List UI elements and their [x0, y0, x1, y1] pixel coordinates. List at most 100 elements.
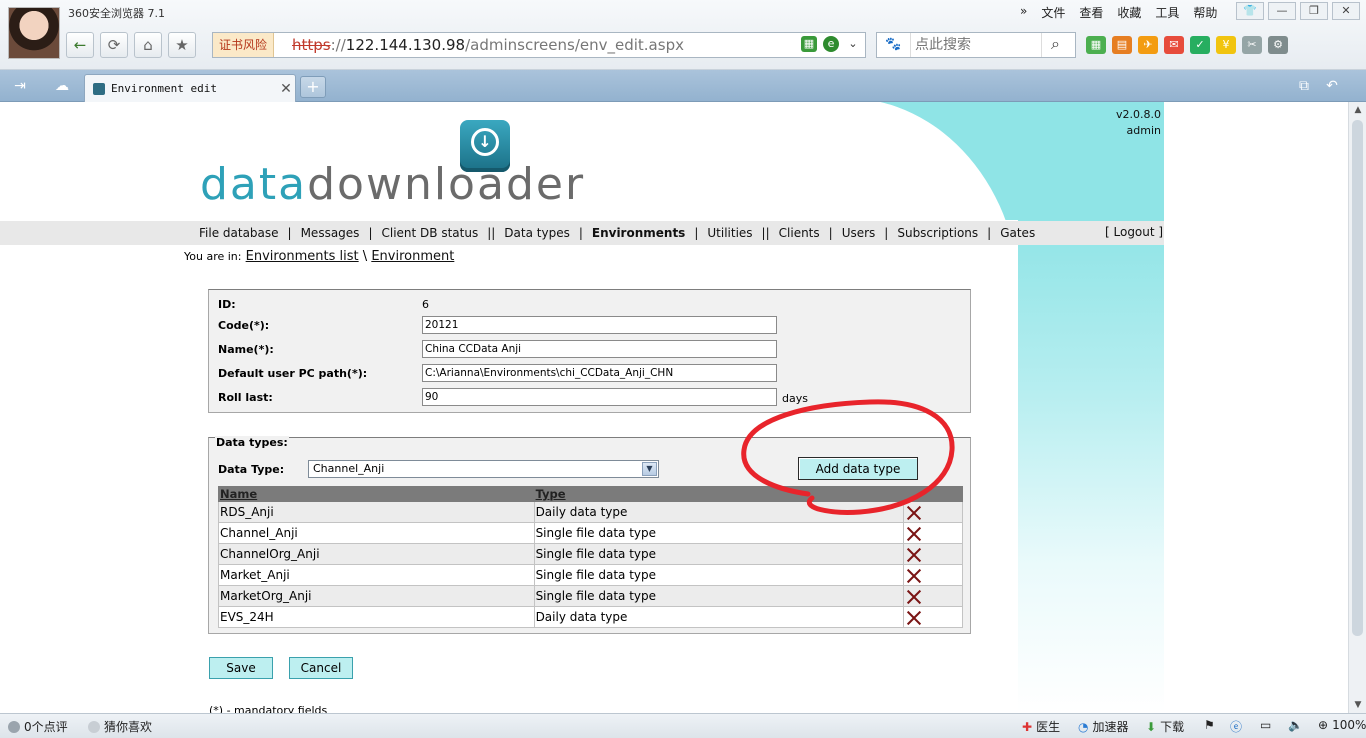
cloud-icon[interactable]: ☁ [52, 77, 72, 95]
row-type: Daily data type [533, 606, 905, 628]
row-name: ChannelOrg_Anji [218, 543, 535, 565]
chevron-down-icon[interactable]: ▼ [642, 462, 657, 476]
delete-icon[interactable] [906, 568, 921, 583]
scroll-down-icon[interactable]: ▼ [1349, 697, 1366, 713]
nav-data-types[interactable]: Data types [504, 226, 570, 240]
logout-link[interactable]: [ Logout ] [1105, 225, 1163, 239]
menu-item-file[interactable]: 文件 [1041, 4, 1065, 21]
delete-icon[interactable] [906, 505, 921, 520]
refresh-button[interactable]: ⟳ [100, 32, 128, 58]
code-field[interactable]: 20121 [422, 316, 777, 334]
coupon-icon[interactable]: ¥ [1216, 36, 1236, 54]
baidu-engine-icon[interactable]: 🐾 [877, 33, 911, 57]
address-bar[interactable]: 证书风险 https://122.144.130.98/adminscreens… [212, 32, 866, 58]
sidebar-toggle-icon[interactable]: ⇥ [10, 77, 30, 95]
status-accelerator[interactable]: ◔ 加速器 [1078, 718, 1129, 735]
column-header-name[interactable]: Name [218, 486, 535, 502]
volume-icon[interactable]: 🔈 [1288, 718, 1303, 732]
tab-close-icon[interactable]: ✕ [277, 81, 295, 97]
calendar-icon[interactable]: ▤ [1112, 36, 1132, 54]
security-shield-icon[interactable]: ✓ [1190, 36, 1210, 54]
status-download-label: 下载 [1160, 720, 1185, 734]
roll-field[interactable]: 90 [422, 388, 777, 406]
menu-more-icon[interactable]: » [1020, 4, 1027, 21]
right-teal-column [1018, 220, 1164, 713]
close-window-button[interactable]: ✕ [1332, 2, 1360, 20]
tab-list-icon[interactable]: ⧉ [1294, 77, 1314, 95]
zoom-control[interactable]: ⊕ 100% [1318, 718, 1366, 732]
column-header-type[interactable]: Type [533, 486, 905, 502]
site-logo[interactable]: datadownloader [200, 160, 585, 210]
save-button[interactable]: Save [209, 657, 273, 679]
data-type-select[interactable]: Channel_Anji ▼ [308, 460, 659, 478]
nav-environments[interactable]: Environments [592, 226, 685, 240]
restore-button[interactable]: ❐ [1300, 2, 1328, 20]
logo-word-downloader: downloader [307, 159, 586, 210]
delete-icon[interactable] [906, 526, 921, 541]
delete-icon[interactable] [906, 547, 921, 562]
nav-gates[interactable]: Gates [1000, 226, 1035, 240]
flight-icon[interactable]: ✈ [1138, 36, 1158, 54]
nav-users[interactable]: Users [842, 226, 876, 240]
favorite-star-button[interactable]: ★ [168, 32, 196, 58]
logo-word-data: data [200, 159, 308, 210]
qr-code-icon[interactable]: ▦ [801, 36, 817, 52]
ie-icon[interactable]: ⓔ [1230, 718, 1242, 735]
new-tab-button[interactable]: + [300, 76, 326, 98]
back-button[interactable]: ← [66, 32, 94, 58]
nav-utilities[interactable]: Utilities [707, 226, 752, 240]
apps-icon[interactable]: ▦ [1086, 36, 1106, 54]
id-value: 6 [422, 298, 429, 311]
nav-subscriptions[interactable]: Subscriptions [897, 226, 978, 240]
tab-favicon-icon [93, 82, 105, 95]
chevron-down-icon[interactable]: ⌄ [845, 36, 861, 52]
status-flag-icon[interactable]: ⚑ [1204, 718, 1215, 732]
browser-menu: » 文件 查看 收藏 工具 帮助 [1020, 4, 1217, 21]
vertical-scrollbar[interactable]: ▲ ▼ [1348, 102, 1366, 713]
cancel-button[interactable]: Cancel [289, 657, 353, 679]
table-row: Market_Anji Single file data type [218, 564, 963, 586]
status-doctor[interactable]: ✚ 医生 [1022, 718, 1060, 735]
tab-environment-edit[interactable]: Environment edit ✕ [84, 74, 296, 102]
menu-item-view[interactable]: 查看 [1079, 4, 1103, 21]
search-input[interactable] [911, 34, 1041, 56]
skin-icon[interactable]: 👕 [1236, 2, 1264, 20]
breadcrumb-environment[interactable]: Environment [371, 249, 454, 264]
ie-mode-icon[interactable]: e [823, 36, 839, 52]
nav-separator: || [487, 226, 496, 240]
url-text[interactable]: https://122.144.130.98/adminscreens/env_… [274, 36, 684, 54]
search-icon[interactable]: ⌕ [1041, 33, 1069, 57]
nav-client-db-status[interactable]: Client DB status [381, 226, 478, 240]
delete-icon[interactable] [906, 610, 921, 625]
url-scheme: https [292, 36, 331, 54]
mail-icon[interactable]: ✉ [1164, 36, 1184, 54]
table-row: EVS_24H Daily data type [218, 606, 963, 628]
version-label: v2.0.8.0 [1116, 108, 1161, 121]
status-comments[interactable]: 0个点评 [8, 718, 68, 735]
name-field[interactable]: China CCData Anji [422, 340, 777, 358]
version-info: v2.0.8.0 admin [1100, 107, 1161, 139]
menu-item-favorites[interactable]: 收藏 [1117, 4, 1141, 21]
screenshot-icon[interactable]: ✂ [1242, 36, 1262, 54]
nav-file-database[interactable]: File database [199, 226, 279, 240]
menu-item-tools[interactable]: 工具 [1155, 4, 1179, 21]
add-data-type-button[interactable]: Add data type [798, 457, 918, 480]
minimize-button[interactable]: — [1268, 2, 1296, 20]
nav-messages[interactable]: Messages [301, 226, 360, 240]
tab-strip: ⇥ ☁ Environment edit ✕ + ⧉ ↶ [0, 70, 1366, 102]
status-download[interactable]: ⬇ 下载 [1146, 718, 1184, 735]
menu-item-help[interactable]: 帮助 [1193, 4, 1217, 21]
home-button[interactable]: ⌂ [134, 32, 162, 58]
cert-warning-badge[interactable]: 证书风险 [213, 33, 275, 57]
settings-icon[interactable]: ⚙ [1268, 36, 1288, 54]
breadcrumb-environments-list[interactable]: Environments list [246, 249, 359, 264]
scroll-up-icon[interactable]: ▲ [1349, 102, 1366, 118]
undo-close-tab-icon[interactable]: ↶ [1322, 77, 1342, 95]
window-icon[interactable]: ▭ [1260, 718, 1271, 732]
nav-clients[interactable]: Clients [779, 226, 820, 240]
path-field[interactable]: C:\Arianna\Environments\chi_CCData_Anji_… [422, 364, 777, 382]
scrollbar-thumb[interactable] [1352, 120, 1363, 636]
status-recommend[interactable]: 猜你喜欢 [88, 718, 152, 735]
user-avatar[interactable] [8, 7, 60, 59]
delete-icon[interactable] [906, 589, 921, 604]
